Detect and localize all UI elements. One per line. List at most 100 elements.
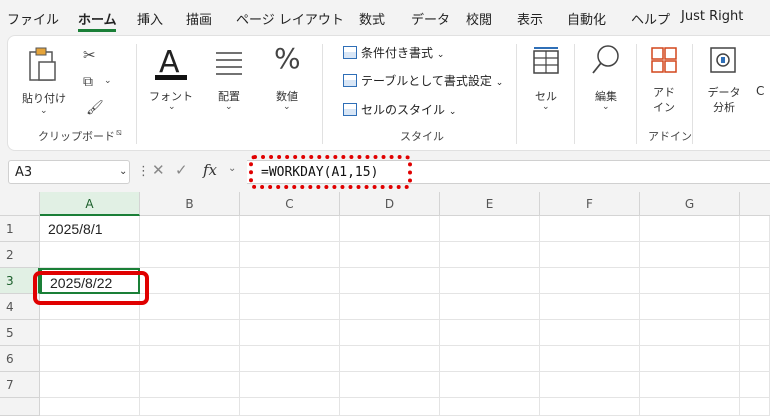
alignment-button[interactable]: 配置 ⌄ — [206, 44, 252, 124]
grid-cell[interactable] — [140, 320, 240, 346]
chevron-down-icon[interactable]: ⌄ — [168, 102, 176, 112]
row-header-5[interactable]: 5 — [0, 320, 40, 346]
grid-cell[interactable] — [240, 216, 340, 242]
dialog-launcher-icon[interactable]: ⧅ — [116, 128, 122, 138]
grid-cell[interactable] — [240, 346, 340, 372]
grid-cell[interactable] — [340, 346, 440, 372]
menu-page-layout[interactable]: ページ レイアウト — [236, 9, 344, 28]
grid-cell[interactable] — [640, 242, 740, 268]
chevron-down-icon[interactable]: ⌄ — [283, 102, 291, 112]
cell-styles-button[interactable]: セルのスタイル ⌄ — [343, 101, 456, 118]
grid-cell[interactable] — [740, 372, 770, 398]
grid-cell[interactable] — [540, 216, 640, 242]
grid-cell[interactable] — [740, 398, 770, 416]
grid-cell[interactable] — [440, 242, 540, 268]
copilot-label[interactable]: C — [756, 84, 764, 98]
grid-cell[interactable] — [440, 346, 540, 372]
editing-button[interactable]: 編集 ⌄ — [586, 44, 626, 124]
grid-cell[interactable] — [40, 372, 140, 398]
grid-cell[interactable] — [440, 268, 540, 294]
row-header-1[interactable]: 1 — [0, 216, 40, 242]
data-analysis-button[interactable]: データ 分析 — [700, 44, 748, 124]
grid-cell[interactable] — [140, 242, 240, 268]
column-header-e[interactable]: E — [440, 192, 540, 216]
grid-cell[interactable] — [740, 242, 770, 268]
grid-cell[interactable] — [140, 268, 240, 294]
row-header-6[interactable]: 6 — [0, 346, 40, 372]
addins-button[interactable]: アド イン — [644, 44, 684, 124]
grid-cell[interactable] — [140, 346, 240, 372]
grid-cell[interactable] — [640, 346, 740, 372]
grid-cell[interactable] — [140, 216, 240, 242]
menu-automate[interactable]: 自動化 — [567, 9, 606, 28]
row-header-7[interactable]: 7 — [0, 372, 40, 398]
menu-draw[interactable]: 描画 — [186, 9, 212, 28]
menu-data[interactable]: データ — [411, 9, 450, 28]
grid-cell[interactable] — [140, 372, 240, 398]
grid-cell[interactable] — [540, 294, 640, 320]
grid-cell[interactable] — [240, 372, 340, 398]
more-icon[interactable]: ⋮ — [137, 164, 150, 179]
enter-icon[interactable]: ✓ — [175, 161, 188, 179]
menu-just-right[interactable]: Just Right — [681, 9, 743, 24]
column-header-b[interactable]: B — [140, 192, 240, 216]
grid-cell[interactable] — [440, 294, 540, 320]
grid-cell[interactable] — [440, 216, 540, 242]
paste-button[interactable]: 貼り付け ⌄ — [22, 44, 66, 116]
grid-cell[interactable] — [640, 372, 740, 398]
grid-cell[interactable] — [640, 320, 740, 346]
grid-cell[interactable] — [40, 242, 140, 268]
select-all-corner[interactable] — [0, 192, 40, 216]
chevron-down-icon[interactable]: ⌄ — [542, 102, 550, 112]
grid-cell[interactable] — [340, 294, 440, 320]
copy-icon[interactable]: ⧉ — [83, 74, 93, 90]
grid-cell[interactable] — [540, 268, 640, 294]
name-box[interactable]: A3 ⌄ — [8, 160, 130, 184]
grid-cell[interactable] — [740, 346, 770, 372]
grid-cell[interactable] — [240, 294, 340, 320]
row-header-2[interactable]: 2 — [0, 242, 40, 268]
grid-cell[interactable] — [540, 398, 640, 416]
grid-cell[interactable] — [340, 268, 440, 294]
menu-insert[interactable]: 挿入 — [137, 9, 163, 28]
grid-cell[interactable] — [340, 372, 440, 398]
menu-help[interactable]: ヘルプ — [631, 9, 670, 28]
number-button[interactable]: % 数値 ⌄ — [264, 42, 310, 124]
cut-icon[interactable]: ✂ — [83, 46, 96, 64]
grid-cell[interactable] — [540, 346, 640, 372]
grid-cell[interactable] — [340, 320, 440, 346]
cancel-icon[interactable]: ✕ — [152, 161, 165, 179]
menu-file[interactable]: ファイル — [7, 9, 59, 28]
grid-cell[interactable] — [440, 372, 540, 398]
grid-cell[interactable] — [640, 216, 740, 242]
grid-cell[interactable] — [740, 216, 770, 242]
grid-cell[interactable] — [140, 294, 240, 320]
cells-button[interactable]: セル ⌄ — [526, 44, 566, 124]
format-painter-icon[interactable]: 🖌 — [86, 100, 104, 116]
grid-cell[interactable] — [240, 268, 340, 294]
grid-cell[interactable] — [740, 294, 770, 320]
grid-cell[interactable] — [440, 320, 540, 346]
grid-cell[interactable] — [740, 268, 770, 294]
conditional-format-button[interactable]: 条件付き書式 ⌄ — [343, 44, 444, 61]
grid-cell[interactable] — [540, 372, 640, 398]
chevron-down-icon[interactable]: ⌄ — [228, 163, 236, 174]
grid-cell[interactable] — [240, 242, 340, 268]
grid-cell[interactable] — [640, 398, 740, 416]
grid-cell[interactable] — [340, 242, 440, 268]
menu-view[interactable]: 表示 — [517, 9, 543, 28]
menu-home[interactable]: ホーム — [78, 9, 117, 28]
grid-cell[interactable] — [640, 268, 740, 294]
column-header-d[interactable]: D — [340, 192, 440, 216]
cell-a1[interactable]: 2025/8/1 — [40, 216, 140, 242]
grid-cell[interactable] — [40, 320, 140, 346]
column-header-f[interactable]: F — [540, 192, 640, 216]
chevron-down-icon[interactable]: ⌄ — [225, 102, 233, 112]
column-header-g[interactable]: G — [640, 192, 740, 216]
font-button[interactable]: A フォント ⌄ — [146, 44, 196, 124]
fx-icon[interactable]: fx — [203, 161, 217, 179]
grid-cell[interactable] — [440, 398, 540, 416]
grid-cell[interactable] — [340, 398, 440, 416]
format-as-table-button[interactable]: テーブルとして書式設定 ⌄ — [343, 72, 503, 89]
copy-chevron-icon[interactable]: ⌄ — [104, 76, 112, 86]
